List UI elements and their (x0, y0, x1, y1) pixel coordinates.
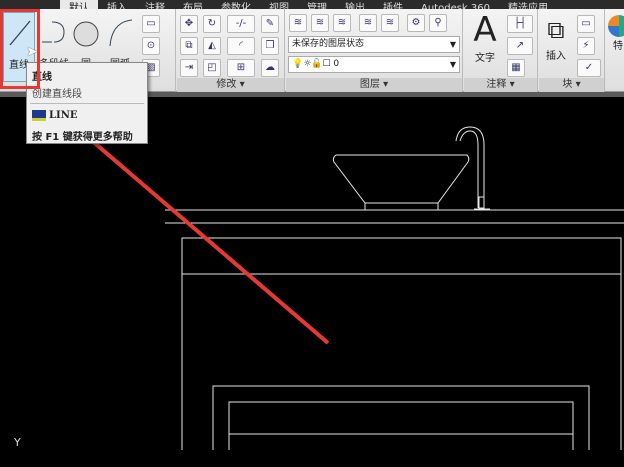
door-inner (228, 401, 574, 450)
faucet (455, 126, 485, 208)
tooltip-divider (30, 103, 144, 104)
tooltip-command: LINE (49, 110, 78, 121)
line-tooltip: 直线 创建直线段 LINE 按 F1 键获得更多帮助 (26, 62, 148, 144)
door-outer (212, 385, 590, 450)
faucet-base (478, 196, 485, 209)
cabinet-outline (181, 237, 622, 450)
command-icon (32, 110, 46, 121)
ucs-y-label: Y (13, 436, 21, 449)
sink-bowl (332, 154, 470, 204)
mouse-cursor-icon: ➤ (26, 44, 38, 60)
tooltip-help: 按 F1 键获得更多帮助 (32, 132, 133, 143)
sink-base (364, 202, 439, 211)
